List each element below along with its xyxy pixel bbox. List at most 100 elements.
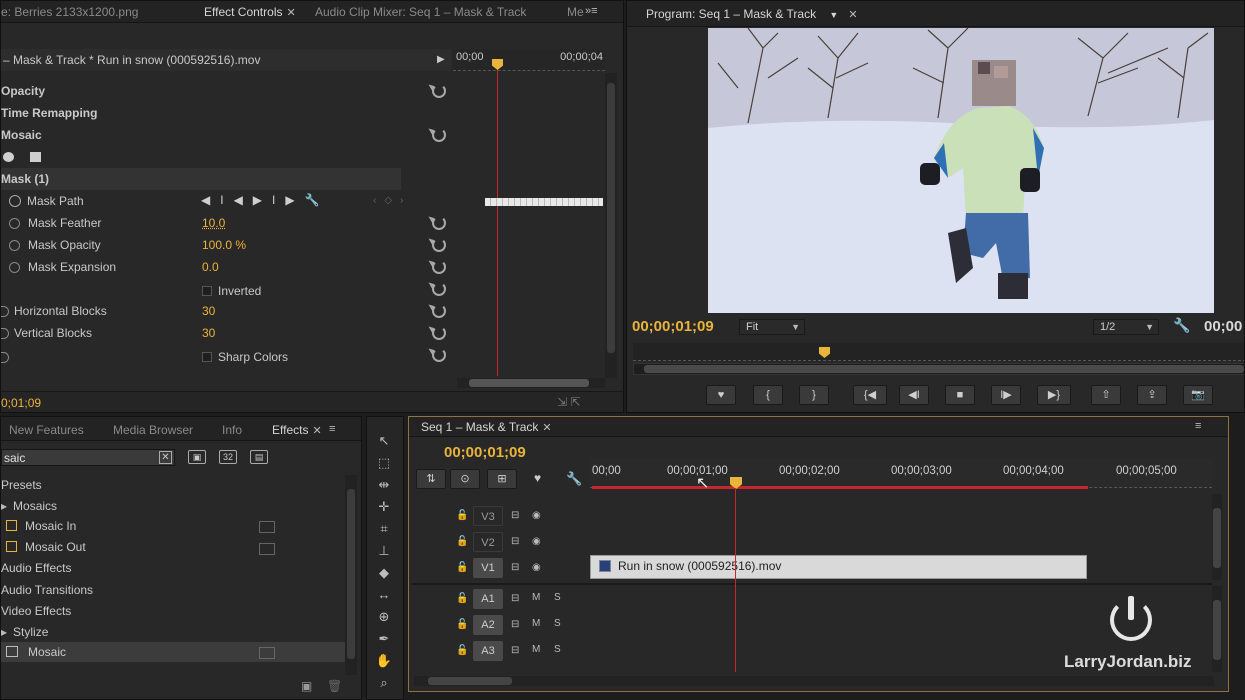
effect-playhead[interactable] bbox=[497, 61, 498, 376]
extract-button[interactable]: ⇪ bbox=[1137, 385, 1167, 405]
time-remapping-row[interactable]: Time Remapping bbox=[1, 102, 451, 124]
effect-timeline-ruler[interactable]: 00;00 00;00;04 bbox=[453, 49, 605, 71]
slip-tool-icon[interactable]: ◆ bbox=[373, 564, 395, 582]
track-select-tool-icon[interactable]: ⬚ bbox=[373, 454, 395, 472]
timeline-playhead[interactable] bbox=[735, 488, 736, 672]
eye-icon[interactable]: ◉ bbox=[532, 536, 541, 547]
horizontal-blocks-row[interactable]: Horizontal Blocks 30 bbox=[1, 300, 449, 322]
clear-search-icon[interactable]: ✕ bbox=[159, 451, 172, 464]
tab-effects[interactable]: Effects ✕ bbox=[272, 423, 322, 437]
lock-icon[interactable]: 🔓 bbox=[456, 645, 468, 656]
track-a1[interactable]: 🔓 A1 ⊟ M S bbox=[412, 586, 1212, 612]
zoom-scroll-thumb[interactable] bbox=[644, 365, 1244, 373]
timeline-hscroll[interactable] bbox=[414, 676, 1214, 686]
reset-icon[interactable] bbox=[432, 326, 446, 340]
inverted-row[interactable]: Inverted bbox=[202, 280, 261, 302]
panel-menu-icon[interactable]: ≡ bbox=[1195, 420, 1201, 432]
horizontal-blocks-value[interactable]: 30 bbox=[202, 300, 215, 322]
toggle-sync-icon[interactable]: ⊟ bbox=[511, 593, 519, 604]
program-zoom-scrollbar[interactable] bbox=[633, 363, 1244, 375]
track-backward-icon[interactable]: ◀ bbox=[234, 193, 253, 207]
wrench-icon[interactable]: 🔧 bbox=[566, 471, 582, 487]
opacity-row[interactable]: Opacity bbox=[1, 80, 451, 102]
vertical-blocks-value[interactable]: 30 bbox=[202, 322, 215, 344]
stopwatch-icon[interactable] bbox=[9, 195, 21, 207]
close-icon[interactable]: ✕ bbox=[848, 9, 857, 21]
trash-icon[interactable]: 🗑 bbox=[327, 679, 342, 693]
mosaic-in-preset[interactable]: Mosaic In bbox=[6, 516, 76, 536]
track-v2-label[interactable]: V2 bbox=[473, 532, 503, 552]
mask-expansion-row[interactable]: Mask Expansion 0.0 bbox=[9, 256, 449, 278]
lock-icon[interactable]: 🔓 bbox=[456, 510, 468, 521]
sharp-colors-row[interactable]: Sharp Colors bbox=[1, 346, 449, 368]
slide-tool-icon[interactable]: ↔ bbox=[373, 586, 395, 604]
effect-controls-scrollbar[interactable] bbox=[605, 73, 617, 378]
vertical-blocks-row[interactable]: Vertical Blocks 30 bbox=[1, 322, 449, 344]
close-icon[interactable]: ✕ bbox=[286, 7, 295, 19]
lift-button[interactable]: ⇧ bbox=[1091, 385, 1121, 405]
sharp-colors-checkbox[interactable] bbox=[202, 352, 212, 362]
pen-tool-icon[interactable]: ⊕ bbox=[373, 608, 395, 626]
track-v3-label[interactable]: V3 bbox=[473, 506, 503, 526]
lock-icon[interactable]: 🔓 bbox=[456, 562, 468, 573]
fit-dropdown[interactable]: Fit ▼ bbox=[739, 319, 805, 335]
mosaics-folder[interactable]: ▸ Mosaics bbox=[1, 496, 57, 516]
mask-opacity-value[interactable]: 100.0 % bbox=[202, 234, 246, 256]
step-back-button[interactable]: ◀I bbox=[899, 385, 929, 405]
mask-expansion-value[interactable]: 0.0 bbox=[202, 256, 219, 278]
effects-scrollbar[interactable] bbox=[345, 475, 357, 675]
hscroll-thumb[interactable] bbox=[428, 677, 512, 685]
scroll-thumb[interactable] bbox=[1213, 508, 1221, 568]
panel-menu-icon[interactable]: »≡ bbox=[585, 5, 598, 17]
ellipse-mask-icon[interactable] bbox=[3, 152, 14, 162]
accelerated-effects-icon[interactable]: ▣ bbox=[188, 450, 206, 464]
track-v2[interactable]: 🔓 V2 ⊟ ◉ bbox=[412, 529, 1212, 555]
snap-button[interactable]: ⇅ bbox=[416, 469, 446, 489]
track-a3-label[interactable]: A3 bbox=[473, 641, 503, 661]
eye-icon[interactable]: ◉ bbox=[532, 510, 541, 521]
close-icon[interactable]: ✕ bbox=[542, 422, 551, 434]
track-forward-frame-icon[interactable]: I▶ bbox=[272, 193, 305, 207]
lock-icon[interactable]: 🔓 bbox=[456, 536, 468, 547]
stopwatch-icon[interactable] bbox=[1, 306, 9, 317]
scroll-thumb[interactable] bbox=[607, 83, 615, 353]
video-clip[interactable]: Run in snow (000592516).mov bbox=[590, 555, 1087, 579]
lock-icon[interactable]: 🔓 bbox=[456, 619, 468, 630]
tab-effect-controls[interactable]: Effect Controls ✕ bbox=[204, 5, 296, 19]
reset-icon[interactable] bbox=[432, 304, 446, 318]
tab-more[interactable]: Me bbox=[567, 5, 584, 19]
stylize-folder[interactable]: ▸ Stylize bbox=[1, 622, 48, 642]
solo-button[interactable]: S bbox=[554, 592, 561, 603]
tab-info[interactable]: Info bbox=[222, 423, 242, 437]
export-icon[interactable]: ⇲ ⇱ bbox=[557, 395, 580, 409]
magnify-tool-icon[interactable]: ⌕ bbox=[373, 674, 395, 692]
zoom-tool-icon[interactable]: ✋ bbox=[373, 652, 395, 670]
reset-icon[interactable] bbox=[432, 348, 446, 362]
toggle-sync-icon[interactable]: ⊟ bbox=[511, 510, 519, 521]
program-scrub-bar[interactable] bbox=[633, 343, 1244, 361]
mosaic-out-preset[interactable]: Mosaic Out bbox=[6, 537, 86, 557]
reset-icon[interactable] bbox=[432, 128, 446, 142]
play-triangle-icon[interactable]: ▶ bbox=[437, 49, 445, 71]
ripple-edit-tool-icon[interactable]: ⇹ bbox=[373, 476, 395, 494]
tab-audio-clip-mixer[interactable]: Audio Clip Mixer: Seq 1 – Mask & Track bbox=[315, 5, 526, 19]
linked-selection-button[interactable]: ⊙ bbox=[450, 469, 480, 489]
work-area-bar[interactable] bbox=[592, 486, 1088, 489]
mask-feather-value[interactable]: 10.0 bbox=[202, 212, 225, 234]
track-forward-icon[interactable]: ▶ bbox=[253, 193, 272, 207]
tab-new-features[interactable]: New Features bbox=[9, 423, 84, 437]
toggle-sync-icon[interactable]: ⊟ bbox=[511, 562, 519, 573]
program-timecode[interactable]: 00;00;01;09 bbox=[632, 318, 714, 335]
video-effects-folder[interactable]: Video Effects bbox=[1, 601, 71, 621]
reset-icon[interactable] bbox=[432, 282, 446, 296]
stopwatch-icon[interactable] bbox=[9, 262, 20, 273]
add-marker-button[interactable]: ♥ bbox=[706, 385, 736, 405]
toggle-sync-icon[interactable]: ⊟ bbox=[511, 536, 519, 547]
scroll-thumb[interactable] bbox=[1213, 600, 1221, 660]
mosaic-effect-item[interactable]: Mosaic bbox=[1, 642, 345, 662]
mask-path-keyframes[interactable] bbox=[485, 198, 603, 206]
new-bin-icon[interactable]: ▣ bbox=[301, 679, 312, 693]
marker-icon[interactable]: ♥ bbox=[534, 471, 541, 485]
video-tracks-scrollbar[interactable] bbox=[1212, 494, 1222, 580]
reset-icon[interactable] bbox=[432, 238, 446, 252]
